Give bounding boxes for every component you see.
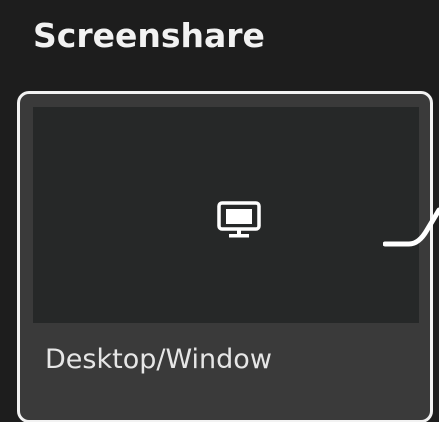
connector-line-icon — [383, 207, 439, 247]
monitor-icon — [217, 201, 261, 238]
source-preview — [33, 107, 419, 323]
screenshare-heading: Screenshare — [33, 16, 265, 55]
source-label: Desktop/Window — [45, 344, 272, 375]
desktop-window-source-card[interactable]: Desktop/Window — [17, 91, 433, 422]
